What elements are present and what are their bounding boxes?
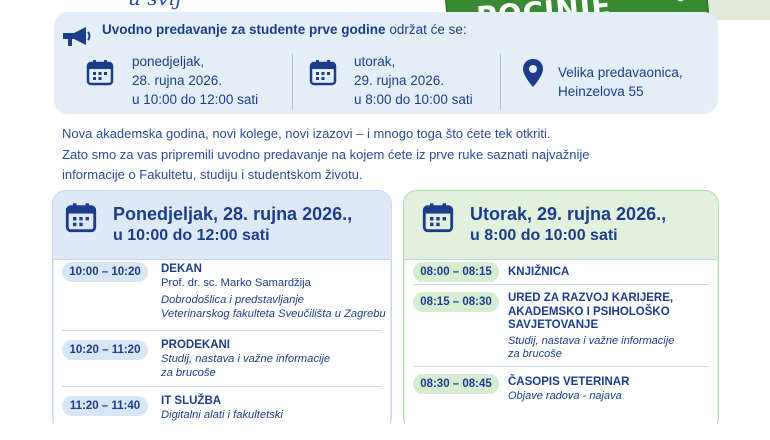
entry-description: Dobrodošlica i predstavljanje — [161, 294, 305, 306]
calendar-icon — [309, 60, 337, 86]
info-divider — [292, 54, 293, 110]
monday-heading-date: Ponedjeljak, 28. rujna 2026., — [113, 204, 353, 224]
megaphone-icon — [63, 27, 91, 46]
location-line1: Velika predavaonica, — [558, 65, 683, 80]
intro-text: Nova akademska godina, novi kolege, novi… — [62, 124, 702, 186]
time-pill: 10:00 – 10:20 — [62, 262, 148, 282]
tuesday-schedule-card: Utorak, 29. rujna 2026., u 8:00 do 10:00… — [403, 190, 719, 440]
entry-title: SAVJETOVANJE — [508, 319, 599, 331]
entry-speaker: Prof. dr. sc. Marko Samardžija — [161, 277, 311, 289]
intro-line2: Zato smo za vas pripremili uvodno predav… — [62, 146, 590, 162]
row-divider — [62, 386, 382, 387]
location-pin-icon — [523, 59, 543, 87]
time-pill: 08:00 – 08:15 — [413, 262, 499, 282]
row-divider — [413, 284, 709, 285]
info-title: Uvodno predavanje za studente prve godin… — [102, 22, 467, 37]
monday-schedule-list: 10:00 – 10:20 DEKAN Prof. dr. sc. Marko … — [54, 259, 390, 440]
entry-description: za brucoše — [508, 348, 562, 360]
schedule-entry: PRODEKANI Studij, nastava i važne inform… — [161, 338, 330, 380]
info-divider — [500, 54, 501, 110]
entry-title: PRODEKANI — [161, 339, 231, 351]
time-pill: 11:20 – 11:40 — [62, 396, 148, 416]
schedule-entry: IT SLUŽBA Digitalni alati i fakultetski — [161, 394, 283, 422]
location-line2: Heinzelova 55 — [558, 84, 644, 99]
entry-description: Objave radova - najava — [508, 389, 622, 402]
decorative-grass — [706, 0, 770, 20]
schedule-entry: KNJIŽNICA — [508, 266, 569, 280]
entry-title: KNJIŽNICA — [508, 266, 570, 278]
row-divider — [413, 366, 709, 367]
location: Velika predavaonica, Heinzelova 55 — [558, 63, 683, 101]
tuesday-heading-date: Utorak, 29. rujna 2026., — [470, 204, 667, 224]
calendar-icon — [65, 203, 97, 233]
calendar-icon — [422, 203, 454, 233]
session-monday-date: 28. rujna 2026. — [132, 73, 223, 88]
time-pill: 08:15 – 08:30 — [413, 292, 499, 312]
intro-line1: Nova akademska godina, novi kolege, novi… — [62, 126, 551, 141]
entry-title: AKADEMSKO I PSIHOLOŠKO — [508, 305, 670, 318]
session-tuesday: utorak, 29. rujna 2026. u 8:00 do 10:00 … — [354, 52, 473, 109]
session-tuesday-time: u 8:00 do 10:00 sati — [354, 92, 473, 107]
tuesday-schedule-list: 08:00 – 08:15 KNJIŽNICA 08:15 – 08:30 UR… — [405, 259, 717, 440]
entry-title: IT SLUŽBA — [161, 395, 222, 407]
row-divider — [62, 330, 382, 331]
entry-description: Studij, nastava i važne informacije — [161, 353, 331, 365]
session-tuesday-day: utorak, — [354, 54, 396, 69]
time-pill: 08:30 – 08:45 — [413, 374, 499, 394]
calendar-icon — [86, 60, 114, 86]
entry-title: URED ZA RAZVOJ KARIJERE, — [508, 292, 674, 304]
monday-heading-time: u 10:00 do 12:00 sati — [113, 227, 270, 244]
schedule-entry: DEKAN Prof. dr. sc. Marko Samardžija Dob… — [161, 262, 386, 321]
session-tuesday-date: 29. rujna 2026. — [354, 73, 445, 88]
header-script-fragment: u svij — [128, 0, 181, 10]
tuesday-heading: Utorak, 29. rujna 2026., u 8:00 do 10:00… — [470, 203, 666, 247]
entry-description: za brucoše — [161, 367, 216, 379]
schedule-entry: URED ZA RAZVOJ KARIJERE, AKADEMSKO I PSI… — [508, 292, 674, 362]
entry-description: Studij, nastava i važne informacije — [508, 334, 675, 347]
session-monday-day: ponedjeljak, — [132, 54, 205, 69]
info-title-rest: održat će se: — [389, 22, 467, 37]
entry-title: DEKAN — [161, 263, 202, 275]
tuesday-heading-time: u 8:00 do 10:00 sati — [470, 227, 618, 244]
schedule-entry: ČASOPIS VETERINAR Objave radova - najava — [508, 376, 629, 403]
entry-title: ČASOPIS VETERINAR — [508, 376, 630, 388]
intro-line3: informacije o Fakultetu, studiju i stude… — [62, 167, 363, 182]
monday-schedule-card: Ponedjeljak, 28. rujna 2026., u 10:00 do… — [52, 190, 392, 440]
monday-heading: Ponedjeljak, 28. rujna 2026., u 10:00 do… — [113, 203, 352, 247]
entry-description: Veterinarskog fakulteta Sveučilišta u Za… — [161, 308, 386, 320]
session-monday-time: u 10:00 do 12:00 sati — [132, 92, 259, 107]
time-pill: 10:20 – 11:20 — [62, 340, 148, 360]
info-title-bold: Uvodno predavanje za studente prve godin… — [102, 22, 386, 37]
session-monday: ponedjeljak, 28. rujna 2026. u 10:00 do … — [132, 52, 258, 109]
